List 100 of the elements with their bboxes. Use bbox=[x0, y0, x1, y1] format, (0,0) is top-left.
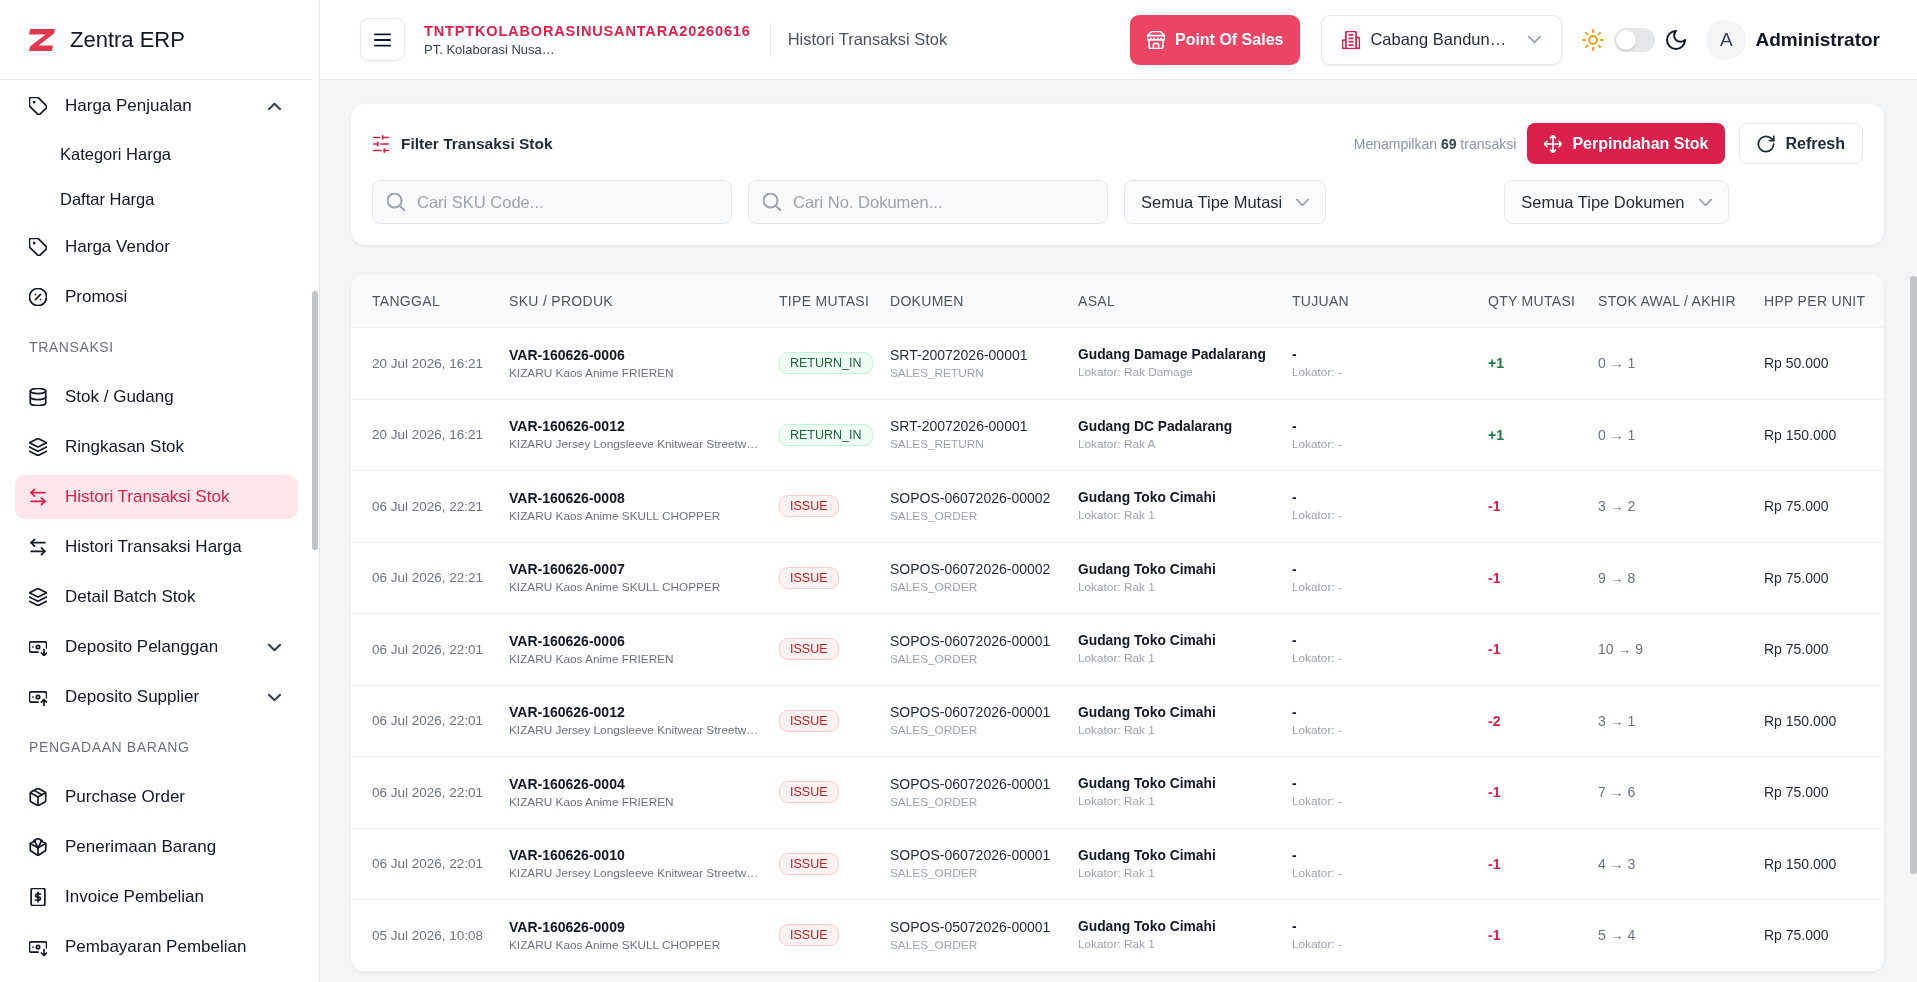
database-icon bbox=[29, 388, 47, 406]
sidebar-subitem[interactable]: Daftar Harga bbox=[15, 179, 298, 219]
origin-locator: Lokator: Rak 1 bbox=[1078, 937, 1155, 952]
user-name: Administrator bbox=[1755, 28, 1880, 51]
product-name: KIZARU Jersey Longsleeve Knitwear Streetw… bbox=[509, 437, 759, 452]
select-dropdown[interactable]: Semua Tipe Mutasi bbox=[1124, 180, 1327, 224]
stock-before-after: 0 → 1 bbox=[1598, 355, 1636, 372]
banknote-arrow-down-icon bbox=[29, 638, 47, 656]
quantity-change: -1 bbox=[1488, 569, 1501, 586]
refresh-icon bbox=[1757, 134, 1776, 153]
mutation-type-badge: ISSUE bbox=[779, 709, 839, 732]
column-header: QTY MUTASI bbox=[1488, 293, 1576, 309]
sidebar-item[interactable]: Ringkasan Stok bbox=[15, 425, 298, 469]
move-stock-button[interactable]: Perpindahan Stok bbox=[1527, 123, 1726, 164]
select-dropdown[interactable]: Semua Tipe Dokumen bbox=[1504, 180, 1729, 224]
stock-before-after: 3 → 1 bbox=[1598, 712, 1636, 729]
product-name: KIZARU Jersey Longsleeve Knitwear Streetw… bbox=[509, 866, 759, 881]
document-number: SRT-20072026-00001 bbox=[890, 418, 1028, 435]
sidebar-item[interactable]: Harga Penjualan bbox=[15, 84, 298, 128]
sidebar-item[interactable]: Harga Vendor bbox=[15, 225, 298, 269]
origin-warehouse: Gudang DC Padalarang bbox=[1078, 418, 1233, 434]
document-type: SALES_ORDER bbox=[890, 580, 978, 595]
product-name: KIZARU Kaos Anime SKULL CHOPPER bbox=[509, 508, 721, 523]
refresh-button[interactable]: Refresh bbox=[1739, 123, 1863, 164]
mutation-type-badge: ISSUE bbox=[779, 638, 839, 661]
filter-title: Filter Transaksi Stok bbox=[401, 134, 553, 153]
mutation-type-badge: ISSUE bbox=[779, 852, 839, 875]
column-header: STOK AWAL / AKHIR bbox=[1598, 293, 1736, 309]
transaction-date: 06 Jul 2026, 22:01 bbox=[372, 641, 484, 657]
user-avatar[interactable]: A bbox=[1706, 19, 1747, 60]
transaction-date: 06 Jul 2026, 22:01 bbox=[372, 856, 484, 872]
package-icon bbox=[29, 788, 47, 806]
quantity-change: -1 bbox=[1488, 641, 1501, 658]
destination-warehouse: - bbox=[1292, 418, 1297, 434]
unit-cost: Rp 150.000 bbox=[1764, 426, 1837, 443]
chevron-down-icon bbox=[1528, 35, 1542, 44]
theme-toggle[interactable] bbox=[1614, 27, 1656, 52]
scrollbar-thumb[interactable] bbox=[1910, 276, 1917, 874]
unit-cost: Rp 150.000 bbox=[1764, 712, 1837, 729]
branch-dropdown[interactable]: Cabang Bandun… bbox=[1321, 14, 1563, 65]
sidebar-item[interactable]: Deposito Pelanggan bbox=[15, 625, 298, 669]
scrollbar-thumb[interactable] bbox=[312, 291, 318, 550]
unit-cost: Rp 75.000 bbox=[1764, 569, 1829, 586]
sidebar-item[interactable]: Histori Transaksi Stok bbox=[15, 475, 298, 519]
sku-code: VAR-160626-0007 bbox=[509, 561, 625, 578]
sidebar-item[interactable]: Invoice Pembelian bbox=[15, 875, 298, 919]
sidebar-item[interactable]: Detail Batch Stok bbox=[15, 575, 298, 619]
destination-warehouse: - bbox=[1292, 704, 1297, 720]
sidebar-item[interactable]: Pembayaran Pembelian bbox=[15, 925, 298, 969]
column-header: HPP PER UNIT bbox=[1764, 293, 1866, 309]
menu-button[interactable] bbox=[360, 18, 405, 61]
chevron-down-icon[interactable] bbox=[268, 642, 281, 652]
origin-locator: Lokator: Rak 1 bbox=[1078, 508, 1155, 523]
destination-locator: Lokator: - bbox=[1292, 436, 1342, 451]
sku-code: VAR-160626-0008 bbox=[509, 489, 625, 506]
search-field[interactable]: Cari No. Dokumen... bbox=[748, 180, 1108, 224]
chevron-down-icon bbox=[1296, 197, 1310, 207]
document-number: SOPOS-06072026-00002 bbox=[890, 561, 1051, 578]
transaction-date: 05 Jul 2026, 10:08 bbox=[372, 927, 484, 943]
sidebar-item[interactable]: Histori Transaksi Harga bbox=[15, 525, 298, 569]
sidebar-item[interactable]: Penerimaan Barang bbox=[15, 825, 298, 869]
quantity-change: +1 bbox=[1488, 426, 1504, 443]
sidebar-item[interactable]: Deposito Supplier bbox=[15, 675, 298, 719]
sidebar-item[interactable]: Purchase Order bbox=[15, 775, 298, 819]
unit-cost: Rp 75.000 bbox=[1764, 641, 1829, 658]
banknote-arrow-up-icon bbox=[29, 688, 47, 706]
chevron-down-icon[interactable] bbox=[268, 692, 281, 702]
destination-warehouse: - bbox=[1292, 847, 1297, 863]
dollar-document-icon bbox=[29, 888, 47, 906]
result-count: Menampilkan 69 transaksi bbox=[1353, 135, 1517, 152]
column-header: DOKUMEN bbox=[890, 293, 964, 309]
sku-code: VAR-160626-0006 bbox=[509, 632, 625, 649]
document-number: SOPOS-06072026-00001 bbox=[890, 704, 1051, 721]
chevron-down-icon bbox=[1698, 197, 1712, 207]
stock-before-after: 7 → 6 bbox=[1598, 784, 1636, 801]
company-code: TNTPTKOLABORASINUSANTARA20260616 bbox=[424, 22, 751, 39]
sidebar-subitem[interactable]: Kategori Harga bbox=[15, 134, 298, 174]
tag-icon bbox=[29, 97, 47, 115]
destination-locator: Lokator: - bbox=[1292, 722, 1342, 737]
quantity-change: +1 bbox=[1488, 355, 1504, 372]
document-type: SALES_ORDER bbox=[890, 651, 978, 666]
document-type: SALES_ORDER bbox=[890, 794, 978, 809]
destination-locator: Lokator: - bbox=[1292, 508, 1342, 523]
unit-cost: Rp 75.000 bbox=[1764, 498, 1829, 515]
sidebar-item[interactable]: Stok / Gudang bbox=[15, 375, 298, 419]
origin-warehouse: Gudang Damage Padalarang bbox=[1078, 347, 1266, 363]
sidebar-item[interactable]: Promosi bbox=[15, 275, 298, 319]
chevron-up-icon[interactable] bbox=[268, 101, 281, 111]
origin-warehouse: Gudang Toko Cimahi bbox=[1078, 633, 1216, 649]
origin-locator: Lokator: Rak A bbox=[1078, 436, 1156, 451]
search-field[interactable]: Cari SKU Code... bbox=[372, 180, 732, 224]
product-name: KIZARU Kaos Anime FRIEREN bbox=[509, 365, 674, 380]
mutation-type-badge: RETURN_IN bbox=[779, 423, 873, 446]
mutation-type-badge: RETURN_IN bbox=[779, 352, 873, 375]
search-icon bbox=[763, 193, 781, 211]
arrows-left-right-icon bbox=[29, 538, 47, 556]
document-type: SALES_RETURN bbox=[890, 365, 984, 380]
point-of-sales-button[interactable]: Point Of Sales bbox=[1129, 14, 1301, 65]
origin-warehouse: Gudang Toko Cimahi bbox=[1078, 561, 1216, 577]
destination-warehouse: - bbox=[1292, 561, 1297, 577]
